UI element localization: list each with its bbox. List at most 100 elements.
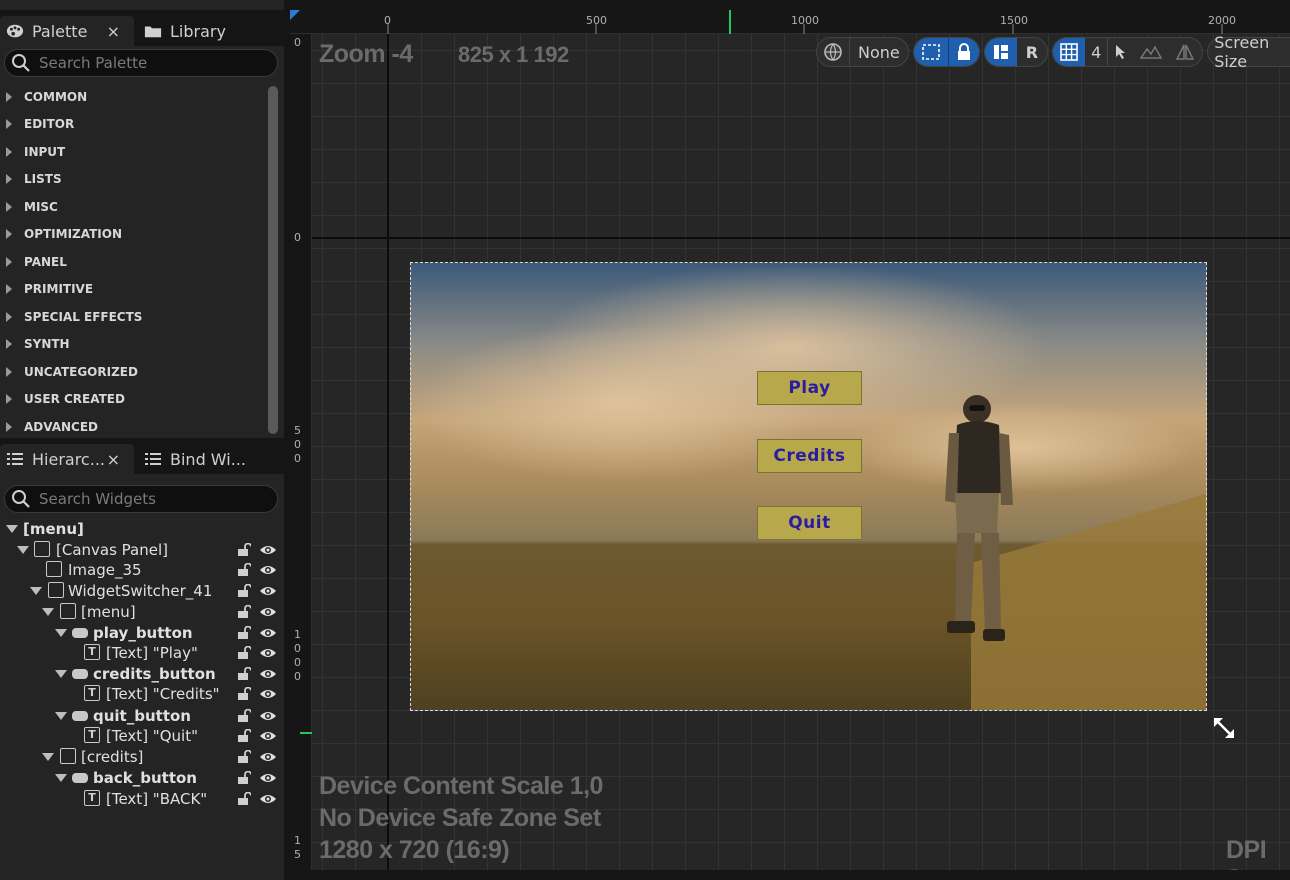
credits-button[interactable]: Credits [757,439,862,473]
close-icon[interactable]: × [107,22,120,41]
eye-icon[interactable] [259,645,277,661]
search-input[interactable] [39,54,259,72]
play-button[interactable]: Play [757,371,862,405]
tree-row-quit-button[interactable]: quit_button [0,706,284,726]
layout-icon[interactable] [984,38,1017,66]
chevron-down-icon[interactable] [55,774,67,782]
category-optimization[interactable]: OPTIMIZATION [0,221,266,249]
designer-canvas[interactable]: Zoom -4 825 x 1 192 Device Content Scale… [312,34,1290,870]
resize-handle-icon[interactable] [1212,716,1236,740]
unlock-icon[interactable] [237,543,251,557]
tab-bind-widgets[interactable]: Bind Wi... [138,444,278,474]
close-icon[interactable]: × [107,450,120,469]
eye-icon[interactable] [259,728,277,744]
text-icon: T [84,790,100,806]
chevron-down-icon[interactable] [55,629,67,637]
category-synth[interactable]: SYNTH [0,331,266,359]
tree-row-canvas-panel[interactable]: [Canvas Panel] [0,540,284,560]
tree-row-play-button[interactable]: play_button [0,623,284,643]
tree-row-menu-root[interactable]: [menu] [0,519,284,539]
unlock-icon[interactable] [237,667,251,681]
tab-library[interactable]: Library [138,16,278,46]
eye-icon[interactable] [259,666,277,682]
device-scale-label: Device Content Scale 1,0 [319,772,603,800]
category-editor[interactable]: EDITOR [0,111,266,139]
unlock-icon[interactable] [237,626,251,640]
respect-locks-button[interactable]: R [1017,38,1047,66]
chevron-down-icon[interactable] [6,525,18,533]
category-common[interactable]: COMMON [0,83,266,111]
tree-row-widget-switcher[interactable]: WidgetSwitcher_41 [0,581,284,601]
search-widgets-input[interactable] [39,490,259,508]
tree-row-back-text[interactable]: T [Text] "BACK" [0,789,284,809]
tab-library-label: Library [170,21,226,41]
unlock-icon[interactable] [237,646,251,660]
eye-icon[interactable] [259,542,277,558]
chevron-down-icon[interactable] [55,670,67,678]
category-misc[interactable]: MISC [0,193,266,221]
tab-hierarchy[interactable]: Hierarc... × [0,444,134,474]
eye-icon[interactable] [259,562,277,578]
designer-viewport[interactable]: 0 500 1000 1500 2000 0 0 5 0 0 1 0 0 0 1… [290,10,1290,870]
hierarchy-search[interactable] [4,485,278,513]
unlock-icon[interactable] [237,687,251,701]
globe-icon[interactable] [817,38,849,66]
eye-icon[interactable] [259,791,277,807]
grid-icon[interactable] [1053,38,1086,66]
palette-scrollbar[interactable] [268,86,278,434]
eye-icon[interactable] [259,686,277,702]
lock-icon[interactable] [947,38,979,66]
tree-row-back-button[interactable]: back_button [0,768,284,788]
quit-button[interactable]: Quit [757,506,862,540]
unlock-icon[interactable] [237,709,251,723]
grid-snap-value[interactable]: 4 [1085,38,1107,66]
eye-icon[interactable] [259,770,277,786]
flip-icon[interactable] [1168,38,1202,66]
tree-row-credits-button[interactable]: credits_button [0,664,284,684]
tree-row-image[interactable]: Image_35 [0,560,284,580]
unlock-icon[interactable] [237,792,251,806]
category-user-created[interactable]: USER CREATED [0,386,266,414]
chevron-down-icon[interactable] [17,546,29,554]
category-panel[interactable]: PANEL [0,248,266,276]
cursor-icon[interactable] [1107,38,1134,66]
unlock-icon[interactable] [237,750,251,764]
category-lists[interactable]: LISTS [0,166,266,194]
tree-row-credits[interactable]: [credits] [0,747,284,767]
palette-search[interactable] [4,49,278,77]
unlock-icon[interactable] [237,771,251,785]
chevron-down-icon[interactable] [30,587,42,595]
tree-row-credits-text[interactable]: T [Text] "Credits" [0,684,284,704]
category-primitive[interactable]: PRIMITIVE [0,276,266,304]
tree-row-play-text[interactable]: T [Text] "Play" [0,643,284,663]
eye-icon[interactable] [259,749,277,765]
search-icon [12,490,30,508]
category-advanced[interactable]: ADVANCED [0,413,266,441]
tab-palette[interactable]: Palette × [0,16,134,46]
select-box-icon[interactable] [913,38,948,66]
screen-size-dropdown[interactable]: Screen Size [1207,33,1290,71]
tree-label: [Text] "Play" [106,644,198,662]
tree-row-menu[interactable]: [menu] [0,602,284,622]
world-selector[interactable]: None [849,38,908,66]
unlock-icon[interactable] [237,605,251,619]
eye-icon[interactable] [259,708,277,724]
chevron-down-icon[interactable] [55,712,67,720]
unlock-icon[interactable] [237,584,251,598]
category-special-effects[interactable]: SPECIAL EFFECTS [0,303,266,331]
mountain-icon[interactable] [1134,38,1168,66]
widget-preview[interactable]: Play Credits Quit [410,262,1207,711]
category-uncategorized[interactable]: UNCATEGORIZED [0,358,266,386]
chevron-down-icon[interactable] [42,753,54,761]
eye-icon[interactable] [259,604,277,620]
category-label: PRIMITIVE [24,282,94,297]
unlock-icon[interactable] [237,563,251,577]
category-input[interactable]: INPUT [0,138,266,166]
tree-row-quit-text[interactable]: T [Text] "Quit" [0,726,284,746]
eye-icon[interactable] [259,583,277,599]
chevron-down-icon[interactable] [42,608,54,616]
ruler-ticks [290,10,1223,34]
chevron-right-icon [6,284,12,295]
unlock-icon[interactable] [237,729,251,743]
eye-icon[interactable] [259,625,277,641]
